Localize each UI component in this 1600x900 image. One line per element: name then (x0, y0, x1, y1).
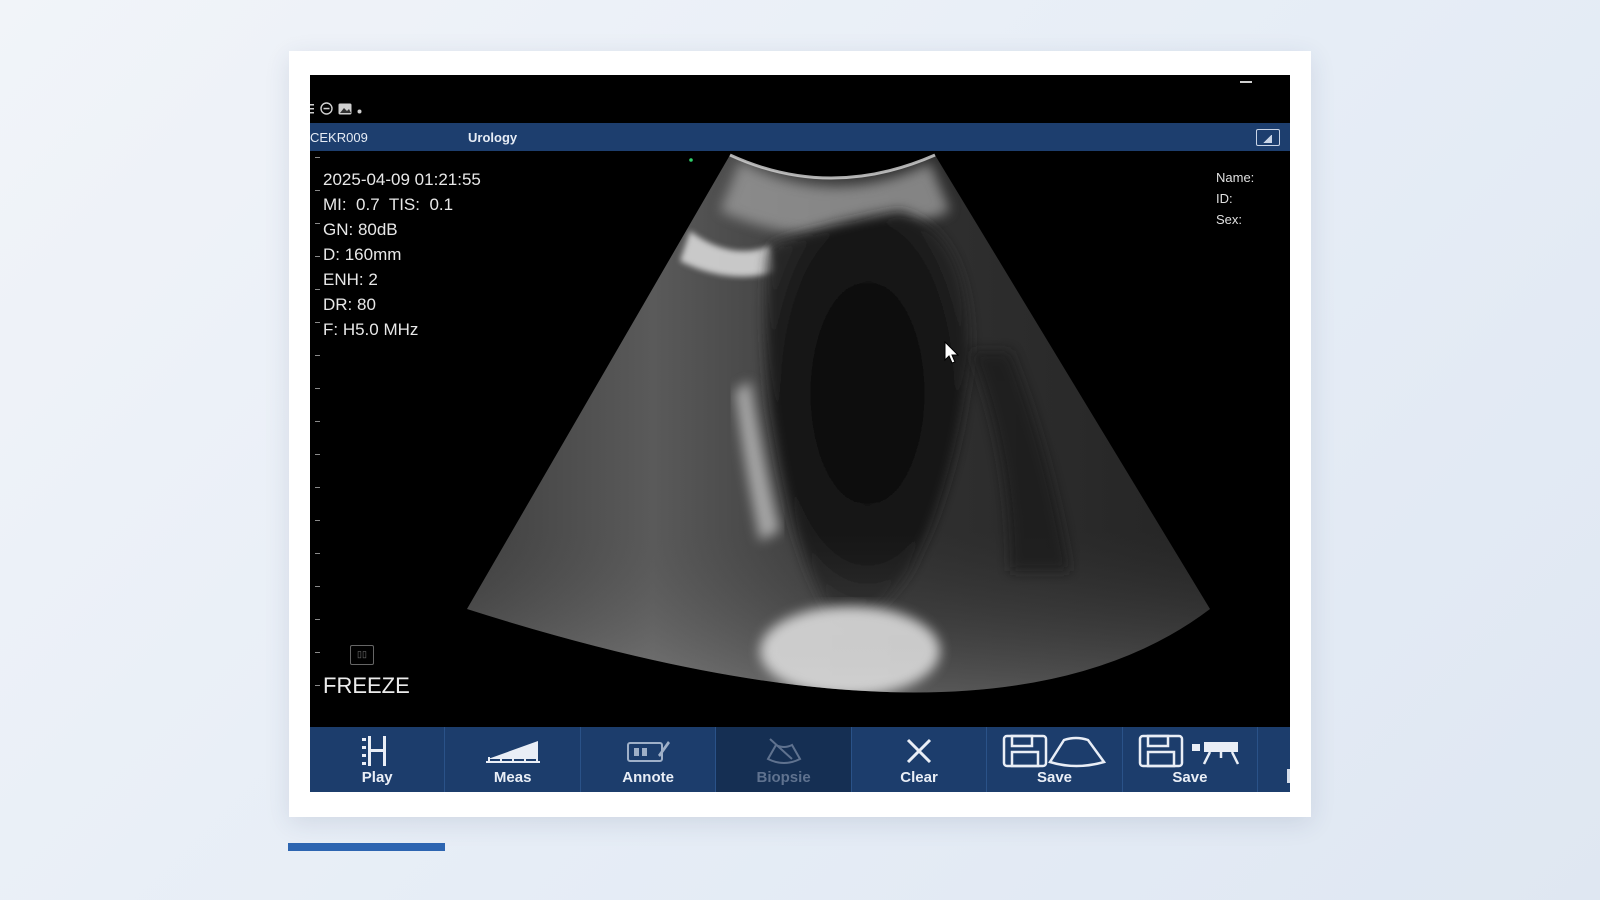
annotate-button[interactable]: Annote (581, 727, 717, 792)
header-bar: CEKR009 Urology (310, 123, 1290, 151)
minimize-icon[interactable] (1240, 81, 1252, 83)
save-image-label: Save (1036, 769, 1073, 786)
clear-label: Clear (900, 769, 938, 786)
save-video-button[interactable]: Save (1123, 727, 1259, 792)
save-image-icon (987, 733, 1121, 769)
probe-label: CEKR009 (310, 130, 368, 145)
clear-x-icon (852, 733, 986, 769)
patient-id-label: ID: (1216, 191, 1233, 206)
enhancement: ENH: 2 (323, 270, 378, 289)
save-image-button[interactable]: Save (987, 727, 1123, 792)
status-bar (310, 75, 1290, 123)
image-icon (338, 103, 352, 118)
film-strip-icon (310, 733, 444, 769)
biopsy-icon (716, 733, 850, 769)
accent-underline (288, 843, 445, 851)
focus-marker (689, 158, 693, 162)
mi-tis: MI: 0.7 TIS: 0.1 (323, 195, 454, 214)
ultrasound-screen: CEKR009 Urology 2025-04-09 01:21:55 MI: … (310, 75, 1290, 792)
menu-icon (310, 103, 315, 117)
dot-icon (357, 103, 362, 117)
screenshot-frame: CEKR009 Urology 2025-04-09 01:21:55 MI: … (289, 51, 1311, 817)
patient-name-label: Name: (1216, 170, 1255, 185)
mouse-cursor-icon (944, 341, 960, 364)
save-video-icon (1123, 733, 1257, 769)
fullscreen-icon[interactable] (1256, 129, 1280, 146)
ruler-icon (445, 733, 579, 769)
depth: D: 160mm (323, 245, 402, 264)
clear-button[interactable]: Clear (852, 727, 988, 792)
play-button[interactable]: Play (310, 727, 446, 792)
patient-sex-label: Sex: (1216, 212, 1243, 227)
toolbar-overflow-edge[interactable] (1258, 727, 1290, 792)
biopsy-button[interactable]: Biopsie (716, 727, 852, 792)
imaging-parameters: 2025-04-09 01:21:55 MI: 0.7 TIS: 0.1 GN:… (323, 167, 481, 342)
circle-minus-icon (320, 102, 333, 118)
status-icons (310, 102, 362, 118)
annotate-icon (581, 733, 715, 769)
datetime: 2025-04-09 01:21:55 (323, 170, 481, 189)
save-video-label: Save (1172, 769, 1208, 786)
freeze-icon: ▯▯ (350, 645, 374, 665)
ultrasound-image-area[interactable]: 2025-04-09 01:21:55 MI: 0.7 TIS: 0.1 GN:… (310, 151, 1290, 725)
patient-info: Name: ID: Sex: (1216, 167, 1254, 230)
annote-label: Annote (622, 769, 674, 786)
measure-button[interactable]: Meas (445, 727, 581, 792)
bottom-toolbar: Play Meas Annote Biopsie Clear Save Save (310, 727, 1290, 792)
preset-label[interactable]: Urology (468, 130, 517, 145)
play-label: Play (361, 769, 393, 786)
freeze-status: FREEZE (323, 673, 410, 698)
dynamic-range: DR: 80 (323, 295, 376, 314)
gain: GN: 80dB (323, 220, 398, 239)
biopsie-label: Biopsie (756, 769, 811, 786)
frequency: F: H5.0 MHz (323, 320, 419, 339)
meas-label: Meas (493, 769, 532, 786)
